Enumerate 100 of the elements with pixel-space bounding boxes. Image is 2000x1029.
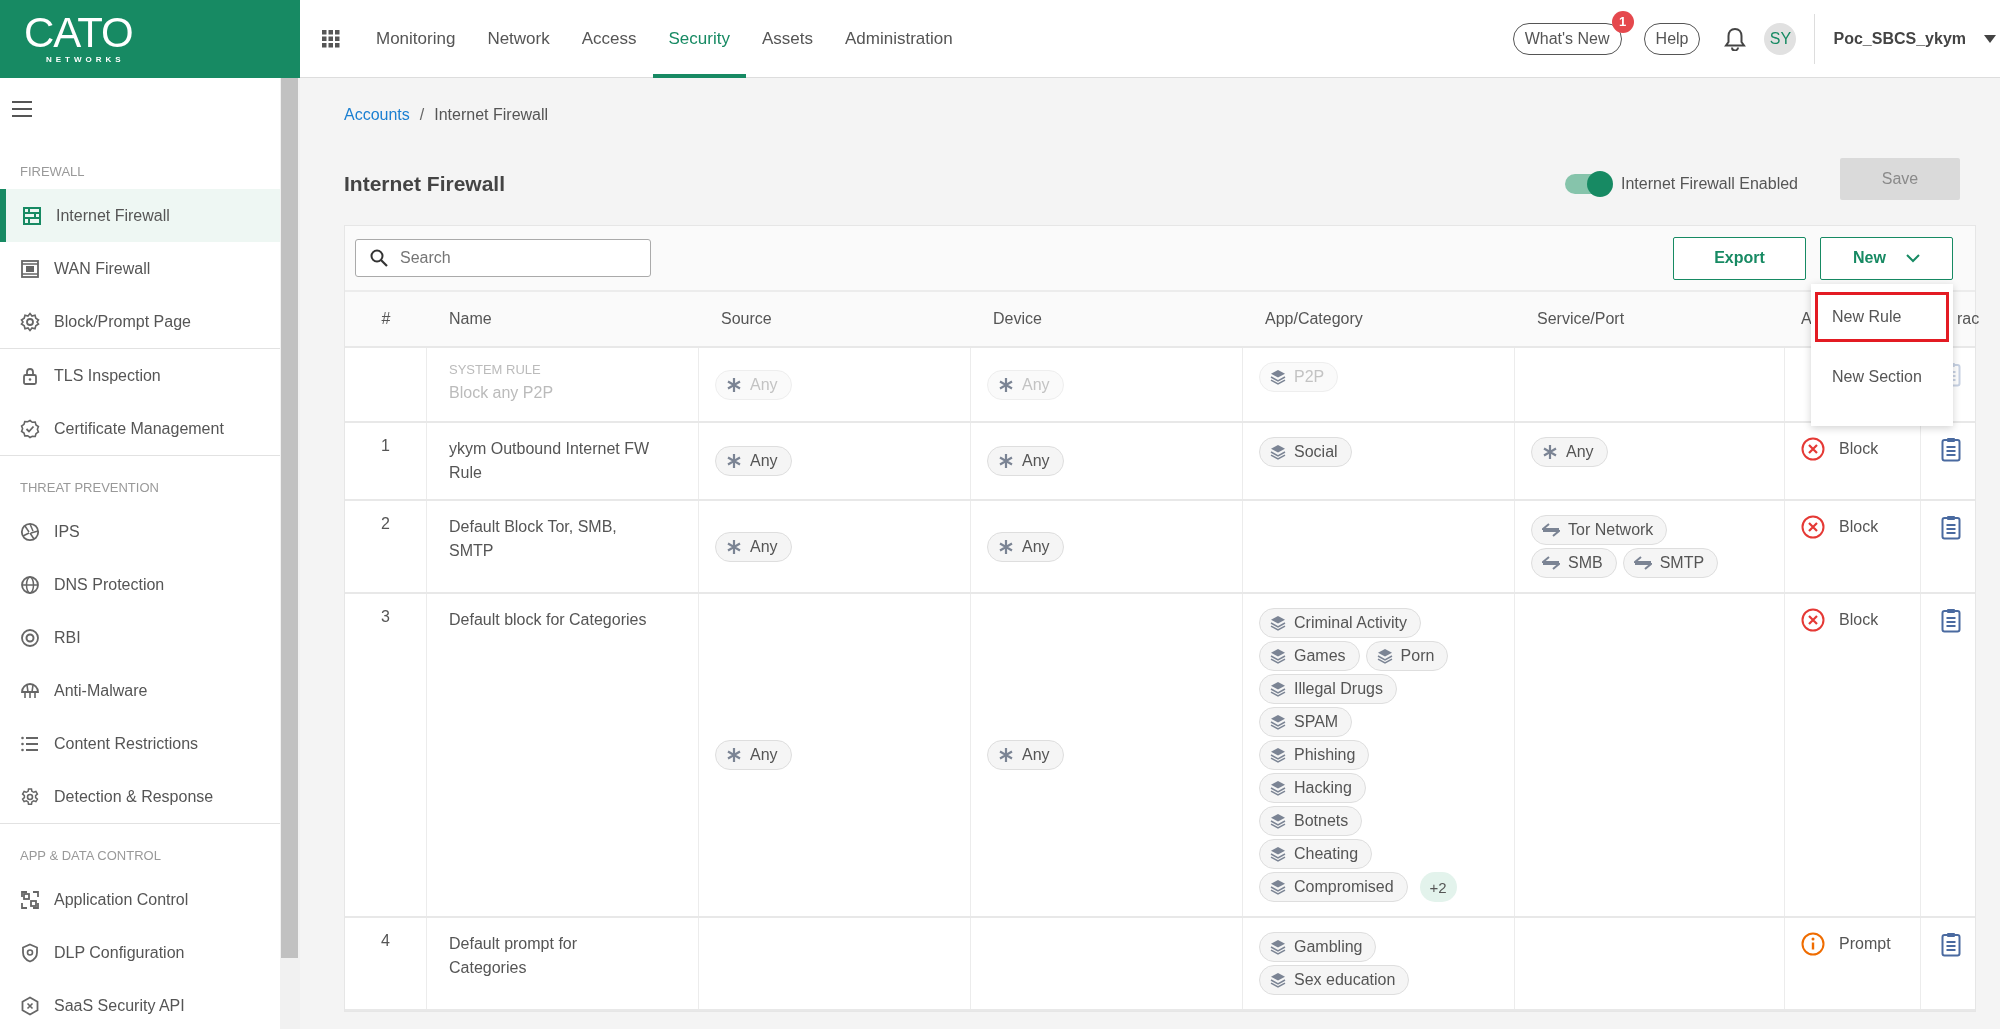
tag-chip[interactable]: Illegal Drugs — [1259, 674, 1397, 704]
layers-icon — [1270, 846, 1286, 862]
sidebar-item[interactable]: Detection & Response — [0, 770, 280, 823]
page-title: Internet Firewall — [344, 172, 506, 196]
sidebar-item[interactable]: WAN Firewall — [0, 242, 280, 295]
more-count-badge[interactable]: +2 — [1419, 872, 1457, 902]
system-rule-label: SYSTEM RULE — [449, 362, 542, 377]
new-button[interactable]: New — [1820, 236, 1953, 280]
clipboard-icon[interactable] — [1941, 932, 1961, 957]
tag-chip[interactable]: Hacking — [1259, 773, 1366, 803]
notifications-icon[interactable] — [1724, 26, 1747, 51]
column-header: App/Category — [1265, 310, 1363, 327]
rule-number: 1 — [381, 437, 390, 454]
layers-icon — [1270, 747, 1286, 763]
cog-icon — [20, 786, 40, 807]
asterisk-icon — [726, 376, 742, 393]
breadcrumb-text: Internet Firewall — [434, 106, 549, 124]
sidebar-item[interactable]: Application Control — [0, 873, 280, 926]
server-icon — [20, 258, 40, 279]
tag-chip[interactable]: Any — [715, 531, 792, 562]
tag-chip[interactable]: Compromised — [1259, 872, 1408, 902]
sidebar-label: SaaS Security API — [54, 996, 185, 1015]
sidebar-item[interactable]: DLP Configuration — [0, 926, 280, 979]
sidebar-item[interactable]: Block/Prompt Page — [0, 295, 280, 348]
tag-chip[interactable]: Sex education — [1259, 965, 1410, 995]
action-label: Block — [1839, 611, 1879, 629]
menu-icon[interactable] — [12, 101, 32, 117]
nav-tab[interactable]: Access — [565, 0, 653, 78]
blocked-icon — [1801, 608, 1825, 632]
sidebar-label: DNS Protection — [54, 575, 165, 594]
tag-chip[interactable]: Any — [987, 531, 1064, 562]
tag-chip[interactable]: SPAM — [1259, 707, 1353, 737]
rule-name[interactable]: Default Block Tor, SMB, SMTP — [449, 515, 654, 563]
tag-chip[interactable]: Games — [1259, 641, 1360, 671]
apps-icon — [20, 889, 40, 910]
asterisk-icon — [726, 453, 742, 469]
sidebar-item[interactable]: SaaS Security API — [0, 979, 280, 1029]
account-name[interactable]: Poc_SBCS_ykym — [1833, 29, 1966, 48]
export-button[interactable]: Export — [1673, 236, 1806, 280]
rule-name[interactable]: Default prompt for Categories — [449, 932, 654, 980]
layers-icon — [1376, 648, 1393, 664]
clipboard-icon[interactable] — [1941, 515, 1961, 540]
tag-chip[interactable]: Botnets — [1259, 806, 1363, 836]
notification-count: 1 — [1611, 10, 1634, 33]
column-header: # — [381, 310, 391, 327]
scrollbar[interactable] — [281, 78, 298, 958]
nav-tab[interactable]: Security — [652, 0, 746, 78]
tag-chip[interactable]: Porn — [1365, 641, 1449, 671]
sidebar-item[interactable]: IPS — [0, 505, 280, 558]
tag-chip[interactable]: SMTP — [1622, 548, 1719, 578]
nav-tab[interactable]: Monitoring — [360, 0, 472, 78]
layers-icon — [1270, 648, 1286, 664]
clipboard-icon[interactable] — [1941, 437, 1961, 462]
action-label: Block — [1839, 440, 1879, 458]
sidebar-label: WAN Firewall — [54, 259, 151, 278]
app-grid-icon[interactable] — [322, 29, 340, 48]
breadcrumb-link[interactable]: Accounts — [344, 106, 410, 124]
sidebar-item[interactable]: Anti-Malware — [0, 664, 280, 717]
sidebar-item[interactable]: DNS Protection — [0, 558, 280, 611]
tag-chip[interactable]: Social — [1259, 437, 1352, 467]
nav-tab[interactable]: Administration — [829, 0, 969, 78]
tag-chip[interactable]: Gambling — [1259, 932, 1377, 962]
caret-icon[interactable] — [1984, 34, 1996, 43]
layers-icon — [1270, 444, 1286, 460]
tag-chip[interactable]: Any — [987, 446, 1064, 476]
sidebar-item[interactable]: Internet Firewall — [0, 189, 280, 242]
tag-chip[interactable]: Criminal Activity — [1259, 608, 1421, 638]
dome-icon — [20, 680, 40, 701]
arrows-icon — [1633, 556, 1652, 570]
sidebar-item[interactable]: Certificate Management — [0, 402, 280, 455]
breadcrumb-separator: / — [419, 106, 425, 124]
clipboard-icon[interactable] — [1941, 608, 1961, 633]
nav-tab[interactable]: Network — [471, 0, 566, 78]
action-label: Block — [1839, 518, 1879, 536]
tag-chip[interactable]: Tor Network — [1531, 515, 1668, 545]
tag-chip[interactable]: Any — [715, 446, 792, 476]
menu-item[interactable]: New Rule — [1815, 292, 1949, 342]
layers-icon — [1270, 681, 1286, 697]
tag-chip[interactable]: Any — [987, 740, 1064, 770]
column-header: Name — [449, 310, 492, 327]
rule-name[interactable]: Default block for Categories — [449, 608, 654, 632]
sidebar-item[interactable]: RBI — [0, 611, 280, 664]
sidebar-label: Block/Prompt Page — [54, 312, 191, 331]
asterisk-icon — [1542, 444, 1558, 460]
sidebar-label: Certificate Management — [54, 419, 224, 438]
globe-icon — [20, 574, 40, 595]
search-field[interactable]: Search — [355, 239, 651, 277]
tag-chip[interactable]: Any — [715, 740, 792, 770]
sidebar-item[interactable]: Content Restrictions — [0, 717, 280, 770]
nav-tab[interactable]: Assets — [745, 0, 829, 78]
menu-item[interactable]: New Section — [1815, 352, 1949, 402]
tag-chip[interactable]: Cheating — [1259, 839, 1373, 869]
tag-chip[interactable]: SMB — [1531, 548, 1617, 578]
help-button[interactable]: Help — [1643, 22, 1701, 55]
tag-chip[interactable]: Any — [1531, 437, 1608, 467]
sidebar-item[interactable]: TLS Inspection — [0, 349, 280, 402]
logo[interactable]: CATO NETWORKS — [0, 0, 300, 78]
rule-number: 3 — [381, 608, 390, 625]
rule-name[interactable]: ykym Outbound Internet FW Rule — [449, 437, 654, 485]
tag-chip[interactable]: Phishing — [1259, 740, 1370, 770]
